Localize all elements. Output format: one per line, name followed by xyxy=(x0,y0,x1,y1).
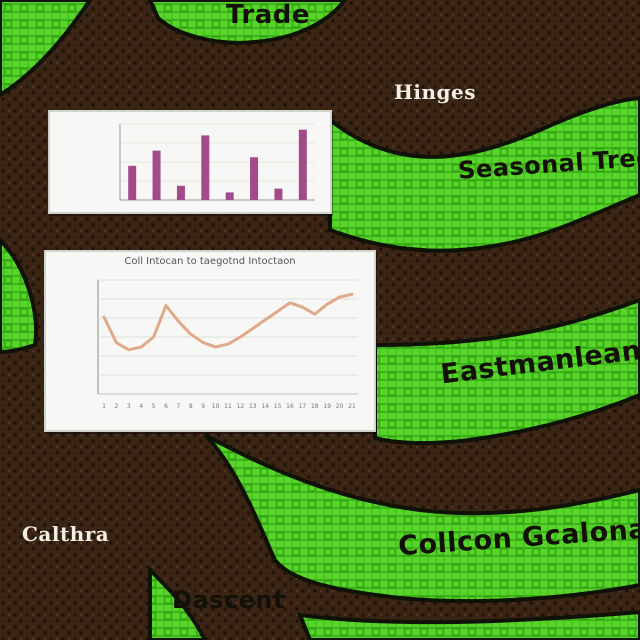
line-series xyxy=(102,292,354,352)
line-x-tick-label: 17 xyxy=(299,403,307,410)
bar-chart xyxy=(119,123,315,201)
line-chart: 1 2 3 4 5 6 7 8 9 10 11 12 13 14 15 16 17 18 19 20 21 xyxy=(97,279,358,410)
line-x-tick-label: 19 xyxy=(323,403,331,410)
line-x-tick-label: 18 xyxy=(311,403,319,410)
line-x-tick-label: 2 xyxy=(114,403,118,410)
line-x-tick-label: 8 xyxy=(189,403,193,410)
bar-chart-card xyxy=(48,110,332,214)
bar xyxy=(176,185,185,200)
bar xyxy=(152,150,161,200)
line-x-tick-label: 6 xyxy=(164,403,168,410)
label-dascent: Dascent xyxy=(172,586,285,614)
line-x-tick-label: 16 xyxy=(286,403,294,410)
line-x-tick-label: 14 xyxy=(261,403,269,410)
label-trade: Trade xyxy=(226,0,310,30)
line-x-tick-label: 15 xyxy=(274,403,282,410)
line-x-tick-label: 12 xyxy=(237,403,245,410)
line-x-tick-label: 3 xyxy=(127,403,131,410)
label-calthra: Calthra xyxy=(22,522,110,546)
line-x-tick-label: 13 xyxy=(249,403,257,410)
line-x-tick-label: 7 xyxy=(176,403,180,410)
line-chart-card: Coll Intocan to taegotnd Intoctaon 12345… xyxy=(44,250,376,432)
bar xyxy=(128,165,137,200)
line-x-tick-label: 9 xyxy=(201,403,205,410)
line-x-tick-label: 1 xyxy=(102,403,106,410)
line-x-tick-label: 4 xyxy=(139,403,143,410)
label-hinges: Hinges xyxy=(394,80,477,104)
bar xyxy=(201,135,210,200)
bar xyxy=(274,188,283,200)
bar xyxy=(298,129,307,200)
line-x-tick-label: 5 xyxy=(152,403,156,410)
line-x-tick-label: 21 xyxy=(348,403,356,410)
line-x-tick-label: 11 xyxy=(224,403,232,410)
line-x-tick-label: 20 xyxy=(336,403,344,410)
bar xyxy=(225,192,234,200)
bar xyxy=(250,157,259,200)
line-x-tick-label: 10 xyxy=(212,403,220,410)
